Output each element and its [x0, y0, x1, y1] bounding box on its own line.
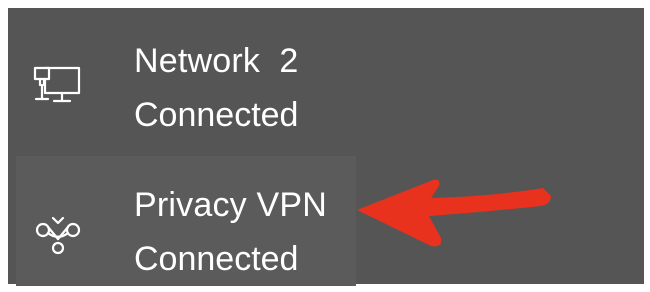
- arrow-shape: [357, 179, 551, 247]
- vpn-icon: [35, 216, 81, 255]
- wired-network-icon: [33, 66, 81, 103]
- connection-status: Connected: [134, 240, 299, 278]
- connection-name: Privacy VPN: [134, 186, 328, 224]
- connection-item-network-2[interactable]: Network 2 Connected: [16, 16, 356, 146]
- red-arrow-annotation: [357, 179, 551, 247]
- connection-status: Connected: [134, 96, 299, 134]
- connection-name: Network 2: [134, 42, 299, 80]
- connection-item-privacy-vpn[interactable]: Privacy VPN Connected: [16, 156, 356, 286]
